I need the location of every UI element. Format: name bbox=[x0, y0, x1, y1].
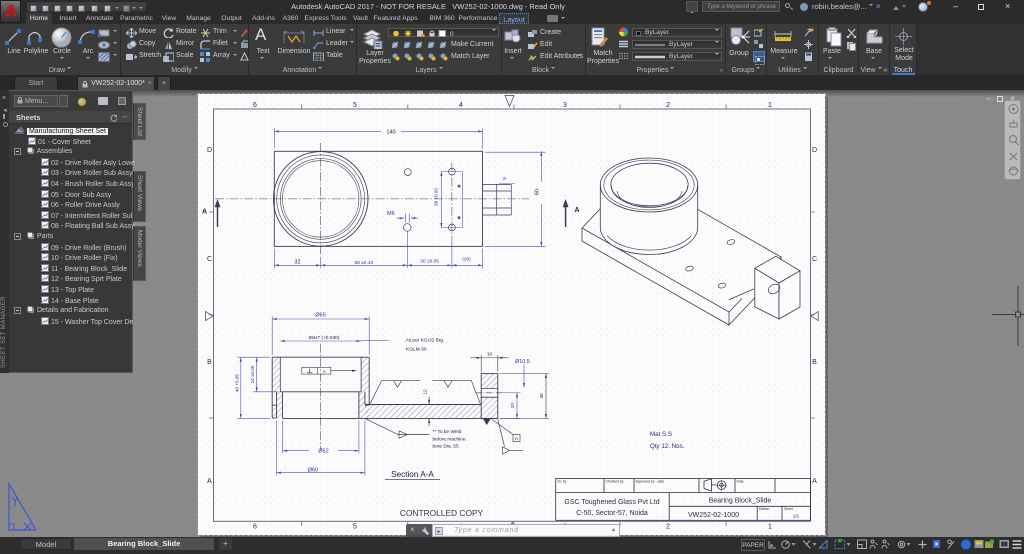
svg-text:As per KGUS Brg.: As per KGUS Brg. bbox=[406, 338, 445, 344]
svg-text:30 ±0.05: 30 ±0.05 bbox=[420, 259, 439, 265]
svg-text:4: 4 bbox=[459, 102, 463, 109]
svg-text:60: 60 bbox=[535, 189, 541, 195]
svg-text:Bearing Block_Slide: Bearing Block_Slide bbox=[709, 498, 772, 505]
svg-text:5: 5 bbox=[353, 102, 357, 109]
svg-text:** To be Weld: ** To be Weld bbox=[433, 429, 462, 435]
svg-text:C-50, Sector-57, Noida: C-50, Sector-57, Noida bbox=[576, 510, 648, 517]
svg-text:M6: M6 bbox=[387, 211, 395, 217]
svg-text:Qty 12. Nos.: Qty 12. Nos. bbox=[650, 443, 685, 450]
svg-text:12: 12 bbox=[422, 389, 428, 395]
svg-text:1: 1 bbox=[768, 102, 772, 109]
svg-text:30: 30 bbox=[539, 393, 545, 399]
svg-text:C: C bbox=[812, 256, 817, 263]
svg-text:D: D bbox=[812, 147, 817, 154]
svg-text:1: 1 bbox=[768, 524, 772, 531]
svg-text:GSC Toughened Glass Pvt Ltd: GSC Toughened Glass Pvt Ltd bbox=[564, 499, 659, 506]
svg-text:38 ±0.05: 38 ±0.05 bbox=[433, 188, 438, 206]
svg-text:B: B bbox=[812, 359, 817, 366]
svg-text:8: 8 bbox=[502, 177, 507, 180]
svg-text:(20): (20) bbox=[462, 257, 471, 263]
svg-text:B: B bbox=[207, 359, 212, 366]
svg-text:2: 2 bbox=[666, 524, 670, 531]
svg-text:Sheet: Sheet bbox=[784, 507, 793, 511]
svg-text:Dr. by: Dr. by bbox=[558, 480, 567, 484]
svg-text:Ø60: Ø60 bbox=[308, 467, 319, 473]
svg-text:CONTROLLED COPY: CONTROLLED COPY bbox=[400, 508, 484, 518]
svg-text:20: 20 bbox=[510, 403, 516, 409]
svg-text:Ø65: Ø65 bbox=[315, 312, 326, 318]
svg-text:6: 6 bbox=[253, 102, 257, 109]
svg-text:KGLM-30: KGLM-30 bbox=[406, 347, 427, 353]
svg-text:1/1: 1/1 bbox=[793, 514, 800, 519]
svg-text:5: 5 bbox=[353, 524, 357, 531]
svg-text:A: A bbox=[207, 478, 212, 485]
svg-text:58 ±0.10: 58 ±0.10 bbox=[354, 260, 373, 266]
svg-text:3: 3 bbox=[563, 102, 567, 109]
svg-text:32: 32 bbox=[294, 259, 300, 265]
svg-text:C: C bbox=[207, 256, 212, 263]
svg-text:before machine: before machine bbox=[433, 436, 466, 442]
svg-text:Date: Date bbox=[737, 480, 744, 484]
svg-text:bore Dia. 55: bore Dia. 55 bbox=[433, 444, 459, 450]
svg-text:A: A bbox=[574, 207, 579, 214]
svg-text:140: 140 bbox=[386, 130, 395, 136]
svg-text:55H7 (+0.030): 55H7 (+0.030) bbox=[309, 335, 340, 341]
svg-text:Ø52: Ø52 bbox=[318, 449, 329, 455]
svg-text:D: D bbox=[207, 147, 212, 154]
svg-text:A: A bbox=[202, 209, 207, 216]
svg-text:Section A-A: Section A-A bbox=[391, 470, 434, 479]
svg-text:24 ±0.05: 24 ±0.05 bbox=[250, 365, 255, 383]
svg-text:Checked by: Checked by bbox=[606, 480, 624, 484]
svg-text:10: 10 bbox=[487, 352, 493, 358]
svg-text:Mat S.S: Mat S.S bbox=[650, 431, 672, 438]
svg-text:6: 6 bbox=[253, 524, 257, 531]
svg-text:2: 2 bbox=[666, 102, 670, 109]
svg-text:A: A bbox=[812, 478, 817, 485]
svg-text:0: 0 bbox=[450, 31, 454, 37]
svg-text:VW252-02-1000: VW252-02-1000 bbox=[688, 512, 739, 519]
svg-text:Approved by - date: Approved by - date bbox=[636, 480, 665, 484]
svg-text:A: A bbox=[323, 369, 327, 374]
svg-text:Ø10.5: Ø10.5 bbox=[515, 359, 530, 365]
svg-text:Edition: Edition bbox=[759, 507, 769, 511]
svg-text:40 +0.05: 40 +0.05 bbox=[234, 374, 239, 392]
svg-text:A: A bbox=[515, 436, 519, 442]
